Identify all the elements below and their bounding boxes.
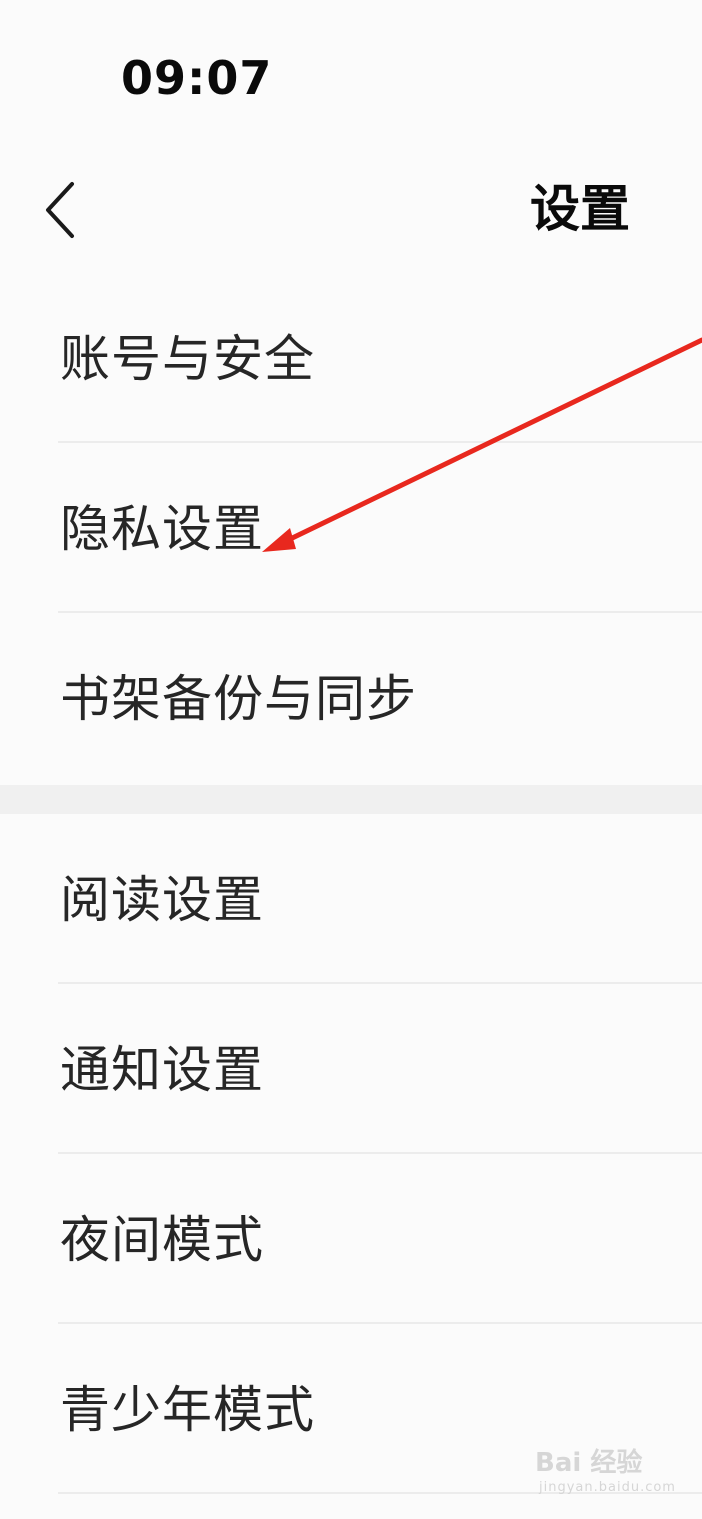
menu-item-reading-settings[interactable]: 阅读设置 — [0, 814, 702, 984]
back-button[interactable] — [30, 174, 90, 244]
menu-item-label: 账号与安全 — [60, 330, 315, 388]
menu-group-account: 账号与安全 隐私设置 书架备份与同步 — [0, 273, 702, 783]
menu-item-label: 书架备份与同步 — [60, 670, 417, 728]
status-bar: 09:07 — [0, 0, 702, 150]
menu-item-bookshelf-backup-sync[interactable]: 书架备份与同步 — [0, 613, 702, 783]
chevron-left-icon — [46, 182, 74, 238]
menu-item-night-mode[interactable]: 夜间模式 — [0, 1154, 702, 1324]
page-title: 设置 — [530, 180, 630, 238]
watermark-brand: Bai 经验 — [535, 1448, 643, 1478]
watermark-domain: jingyan.baidu.com — [539, 1480, 676, 1495]
menu-item-label: 隐私设置 — [60, 500, 264, 558]
menu-item-label: 通知设置 — [60, 1041, 264, 1099]
status-time: 09:07 — [121, 51, 273, 105]
menu-group-preferences: 阅读设置 通知设置 夜间模式 青少年模式 — [0, 814, 702, 1494]
section-separator — [0, 785, 702, 814]
menu-item-account-security[interactable]: 账号与安全 — [0, 273, 702, 443]
menu-item-label: 青少年模式 — [60, 1381, 315, 1439]
menu-item-notification-settings[interactable]: 通知设置 — [0, 984, 702, 1154]
nav-bar: 设置 — [0, 150, 702, 270]
menu-item-label: 阅读设置 — [60, 871, 264, 929]
baidu-jingyan-watermark: Bai 经验 jingyan.baidu.com — [535, 1440, 675, 1506]
menu-item-privacy-settings[interactable]: 隐私设置 — [0, 443, 702, 613]
menu-item-label: 夜间模式 — [60, 1211, 264, 1269]
